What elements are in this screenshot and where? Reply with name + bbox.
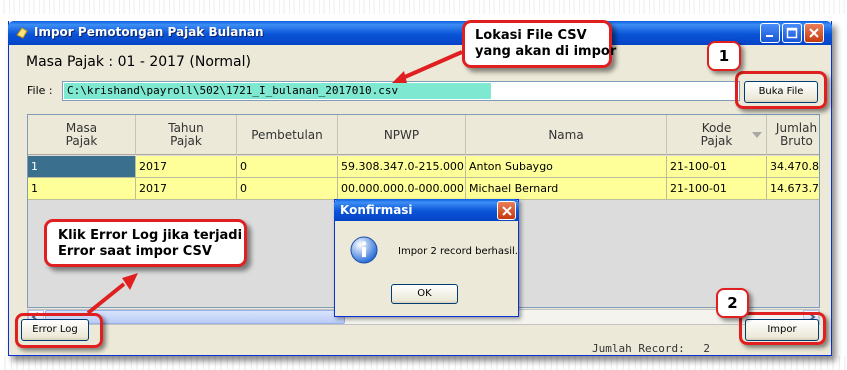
highlight-ring-error-log xyxy=(15,313,103,348)
arrow-to-file-path xyxy=(397,50,463,82)
highlight-ring-impor xyxy=(739,312,826,345)
callout-error-log-hint: Klik Error Log jika terjadi Error saat i… xyxy=(44,219,247,267)
arrow-head-error-log xyxy=(122,273,138,290)
arrow-head-file xyxy=(392,71,407,83)
callout-csv-location: Lokasi File CSV yang akan di impor xyxy=(462,20,616,68)
arrow-to-error-log xyxy=(86,282,126,315)
highlight-ring-buka-file xyxy=(735,71,827,109)
step-1-badge: 1 xyxy=(707,41,741,71)
step-2-badge: 2 xyxy=(716,288,749,318)
